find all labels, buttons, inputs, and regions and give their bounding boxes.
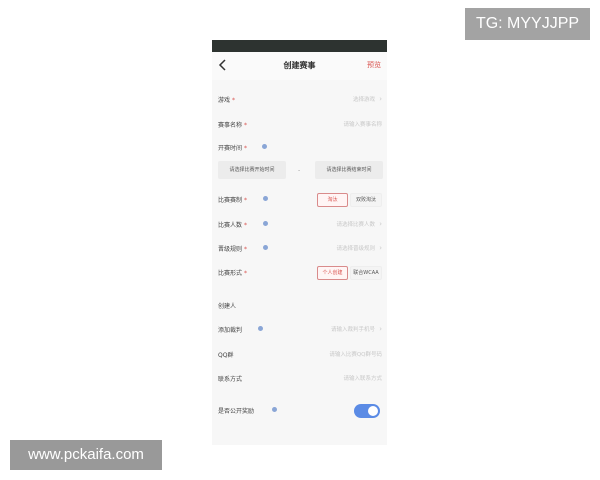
required-mark: * [244, 246, 248, 253]
advance-placeholder: 请选择晋级规则 [336, 246, 375, 252]
contact-row[interactable]: 联系方式 请输入联系方式 [212, 370, 387, 388]
referee-label: 添加裁判 [218, 327, 243, 334]
chevron-right-icon: › [379, 244, 382, 252]
preview-button[interactable]: 预览 [367, 60, 381, 70]
end-date-button[interactable]: 请选择比赛结束时间 [315, 161, 383, 179]
format-row: 比赛赛制 * 淘汰 双败淘汰 [212, 191, 387, 209]
players-label: 比赛人数 * [218, 222, 248, 229]
info-icon[interactable] [262, 144, 267, 149]
qq-row[interactable]: QQ群 请输入比赛QQ群号码 [212, 346, 387, 364]
chevron-right-icon: › [379, 325, 382, 333]
contact-label: 联系方式 [218, 376, 243, 383]
form-option-personal[interactable]: 个人创建 [317, 266, 348, 280]
game-label: 游戏 * [218, 97, 236, 104]
format-option-knockout[interactable]: 淘汰 [317, 193, 348, 207]
format-label: 比赛赛制 * [218, 197, 248, 204]
start-date-button[interactable]: 请选择比赛开始时间 [218, 161, 286, 179]
public-reward-row: 是否公开奖励 [212, 402, 387, 420]
site-watermark: www.pckaifa.com [10, 440, 162, 470]
form-row: 比赛形式 * 个人创建 联合WCAA [212, 264, 387, 282]
game-row[interactable]: 游戏 * 选择游戏 › [212, 91, 387, 109]
date-range-row: 请选择比赛开始时间 - 请选择比赛结束时间 [212, 161, 387, 179]
form-label: 比赛形式 * [218, 270, 248, 277]
info-icon[interactable] [263, 245, 268, 250]
players-placeholder: 请选择比赛人数 [336, 222, 375, 228]
referee-input[interactable]: 请输入裁判手机号 [331, 325, 375, 333]
name-row[interactable]: 赛事名称 * 请输入赛事名称 [212, 116, 387, 134]
page-title: 创建赛事 [283, 61, 316, 70]
creator-row: 创建人 [212, 297, 387, 315]
info-icon[interactable] [272, 407, 277, 412]
creator-label: 创建人 [218, 303, 237, 310]
format-option-double-elimination[interactable]: 双败淘汰 [350, 193, 382, 207]
advance-row[interactable]: 晋级规则 * 请选择晋级规则 › [212, 240, 387, 258]
required-mark: * [244, 222, 248, 229]
name-input[interactable]: 请输入赛事名称 [343, 120, 382, 128]
start-time-row: 开赛时间 * [212, 139, 387, 157]
nav-bar: 创建赛事 预览 [212, 52, 387, 80]
required-mark: * [244, 197, 248, 204]
info-icon[interactable] [258, 326, 263, 331]
tg-watermark: TG: MYYJJPP [465, 8, 590, 40]
qq-input[interactable]: 请输入比赛QQ群号码 [329, 350, 382, 358]
game-placeholder: 选择游戏 [352, 97, 375, 103]
name-label: 赛事名称 * [218, 122, 248, 129]
qq-label: QQ群 [218, 352, 234, 359]
contact-input[interactable]: 请输入联系方式 [343, 374, 382, 382]
required-mark: * [244, 270, 248, 277]
required-mark: * [244, 145, 248, 152]
public-reward-toggle[interactable] [354, 404, 380, 418]
status-bar [212, 40, 387, 52]
advance-label: 晋级规则 * [218, 246, 248, 253]
info-icon[interactable] [263, 196, 268, 201]
chevron-right-icon: › [379, 220, 382, 228]
toggle-knob [368, 406, 378, 416]
form-option-wcaa[interactable]: 联合WCAA [350, 266, 382, 280]
phone-screen: 创建赛事 预览 游戏 * 选择游戏 › 赛事名称 * 请输入赛事名称 开赛时间 * 请… [212, 40, 387, 445]
date-separator: - [298, 167, 301, 174]
chevron-right-icon: › [379, 95, 382, 103]
required-mark: * [232, 97, 236, 104]
referee-row[interactable]: 添加裁判 请输入裁判手机号 › [212, 321, 387, 339]
public-reward-label: 是否公开奖励 [218, 408, 255, 415]
players-row[interactable]: 比赛人数 * 请选择比赛人数 › [212, 216, 387, 234]
required-mark: * [244, 122, 248, 129]
start-time-label: 开赛时间 * [218, 145, 248, 152]
info-icon[interactable] [263, 221, 268, 226]
